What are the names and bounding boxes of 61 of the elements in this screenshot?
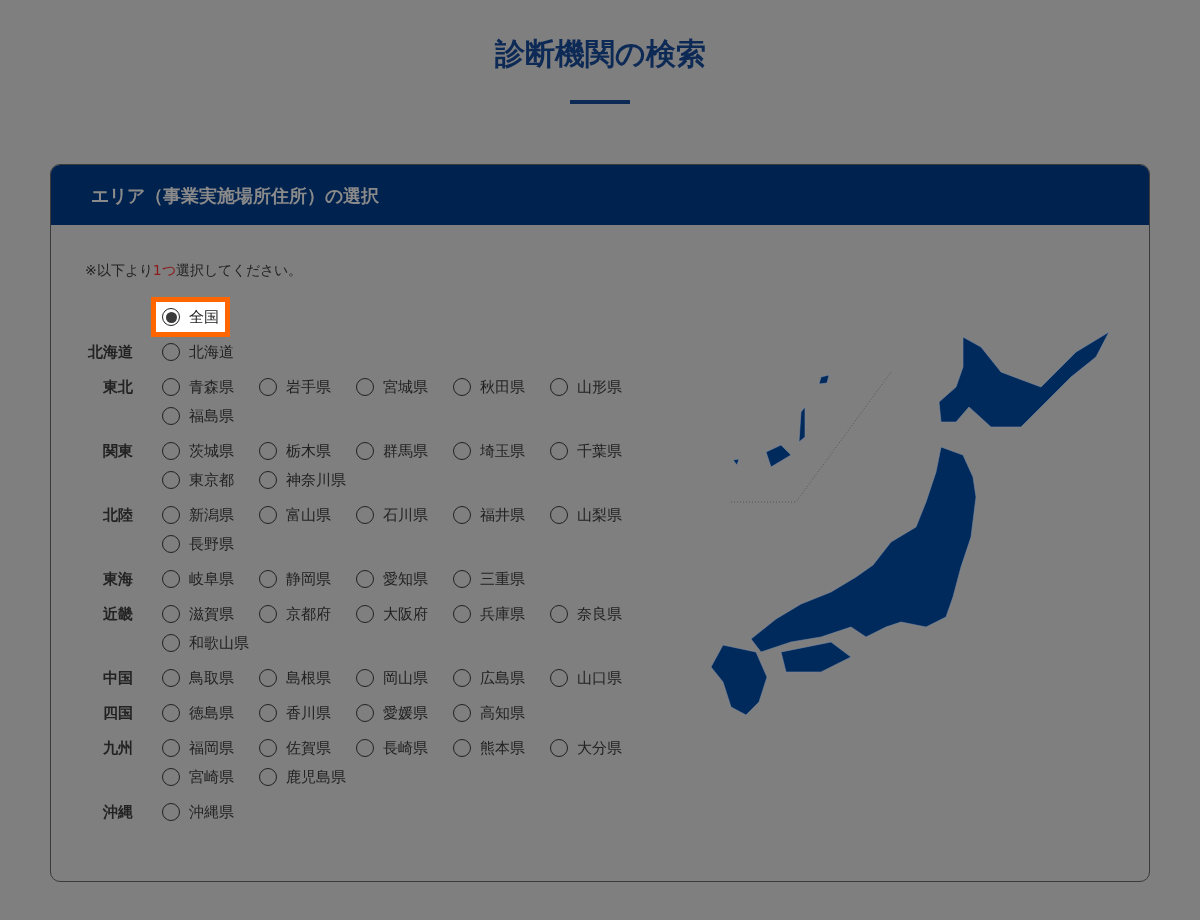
radio-option[interactable]: 大阪府 — [356, 605, 453, 623]
radio-option[interactable]: 香川県 — [259, 704, 356, 722]
region-label: 九州 — [102, 739, 133, 759]
radio-option[interactable]: 千葉県 — [550, 442, 647, 460]
radio-option[interactable]: 新潟県 — [162, 506, 259, 524]
radio-option[interactable]: 山形県 — [550, 378, 647, 396]
radio-option[interactable]: 宮城県 — [356, 378, 453, 396]
radio-option[interactable]: 熊本県 — [453, 739, 550, 757]
radio-option[interactable]: 福島県 — [162, 407, 259, 425]
region-label: 近畿 — [102, 605, 133, 625]
radio-option[interactable]: 和歌山県 — [162, 634, 259, 652]
radio-option[interactable]: 岐阜県 — [162, 570, 259, 588]
radio-option[interactable]: 岡山県 — [356, 669, 453, 687]
radio-option[interactable]: 北海道 — [162, 343, 259, 361]
radio-option[interactable]: 宮崎県 — [162, 768, 259, 786]
radio-option[interactable]: 埼玉県 — [453, 442, 550, 460]
radio-option[interactable]: 東京都 — [162, 471, 259, 489]
radio-option[interactable]: 徳島県 — [162, 704, 259, 722]
radio-option[interactable]: 三重県 — [453, 570, 550, 588]
radio-option[interactable]: 石川県 — [356, 506, 453, 524]
radio-option[interactable]: 愛媛県 — [356, 704, 453, 722]
radio-option[interactable]: 岩手県 — [259, 378, 356, 396]
region-label: 四国 — [102, 704, 133, 722]
radio-option[interactable]: 広島県 — [453, 669, 550, 687]
radio-option[interactable]: 福岡県 — [162, 739, 259, 757]
radio-option[interactable]: 高知県 — [453, 704, 550, 722]
region-label: 東海 — [102, 570, 133, 588]
radio-option[interactable]: 全国 — [162, 308, 219, 326]
panel-heading: エリア（事業実施場所住所）の選択 — [91, 183, 379, 208]
radio-option[interactable]: 大分県 — [550, 739, 647, 757]
radio-option[interactable]: 島根県 — [259, 669, 356, 687]
radio-option[interactable]: 福井県 — [453, 506, 550, 524]
instruction-text: ※以下より 1つ選択してください。 — [85, 261, 303, 280]
radio-option[interactable]: 沖縄県 — [162, 803, 259, 821]
page-title: 診断機関の検索 — [494, 35, 706, 73]
radio-option[interactable]: 栃木県 — [259, 442, 356, 460]
radio-option[interactable]: 滋賀県 — [162, 605, 259, 623]
radio-option[interactable]: 静岡県 — [259, 570, 356, 588]
radio-option[interactable]: 鹿児島県 — [259, 768, 356, 786]
radio-option[interactable]: 青森県 — [162, 378, 259, 396]
radio-option[interactable]: 神奈川県 — [259, 471, 356, 489]
region-label: 関東 — [102, 442, 133, 462]
region-label: 沖縄 — [101, 803, 133, 821]
radio-option[interactable]: 奈良県 — [550, 605, 647, 623]
radio-option[interactable]: 鳥取県 — [162, 669, 259, 687]
region-label: 中国 — [102, 669, 133, 687]
radio-option[interactable]: 兵庫県 — [453, 605, 550, 623]
radio-option[interactable]: 佐賀県 — [259, 739, 356, 757]
radio-option[interactable]: 山梨県 — [550, 506, 647, 524]
radio-option[interactable]: 京都府 — [259, 605, 356, 623]
radio-option[interactable]: 長野県 — [162, 535, 259, 553]
radio-option[interactable]: 長崎県 — [356, 739, 453, 757]
region-label: 東北 — [102, 378, 133, 398]
radio-option[interactable]: 秋田県 — [453, 378, 550, 396]
radio-option[interactable]: 山口県 — [550, 669, 647, 687]
region-label: 北陸 — [102, 506, 133, 526]
radio-option[interactable]: 群馬県 — [356, 442, 453, 460]
radio-option[interactable]: 茨城県 — [162, 442, 259, 460]
region-label: 北海道 — [87, 343, 133, 361]
radio-option[interactable]: 富山県 — [259, 506, 356, 524]
radio-option[interactable]: 愛知県 — [356, 570, 453, 588]
